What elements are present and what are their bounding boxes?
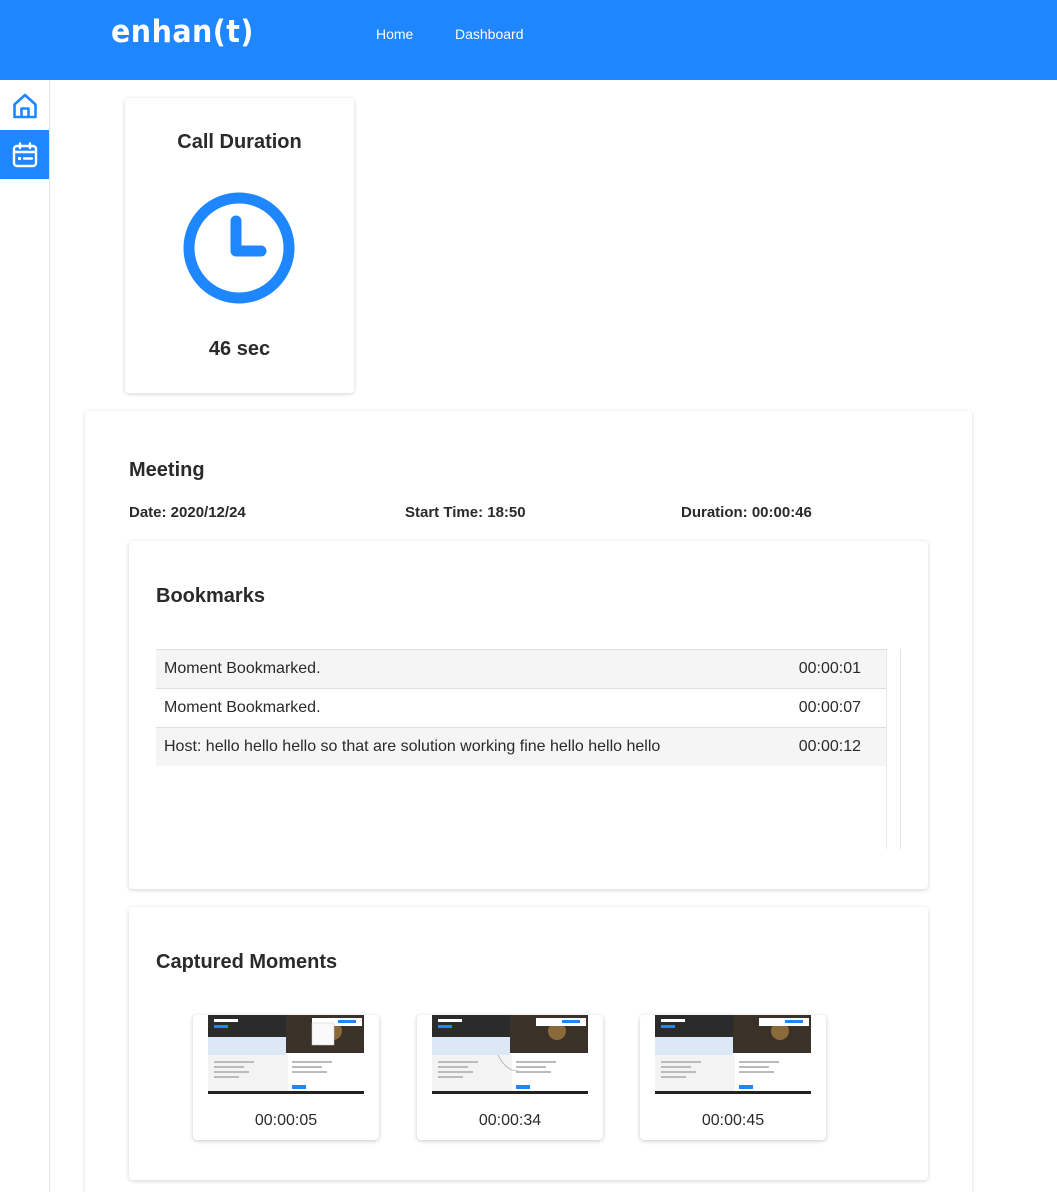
moment-thumbnail-card[interactable]: 00:00:34	[417, 1015, 603, 1140]
nav-dashboard-link[interactable]: Dashboard	[455, 26, 524, 42]
sidebar	[0, 80, 50, 1192]
meeting-date: Date: 2020/12/24	[129, 504, 246, 521]
calendar-icon	[12, 141, 37, 167]
sidebar-item-calendar[interactable]	[0, 130, 49, 179]
home-icon	[12, 93, 37, 118]
moment-time: 00:00:05	[254, 1112, 318, 1129]
app-logo[interactable]: enhan(t)	[111, 14, 254, 50]
call-duration-card: Call Duration 46 sec	[125, 98, 354, 393]
moment-thumbnail-card[interactable]: 00:00:05	[193, 1015, 379, 1140]
call-duration-title: Call Duration	[177, 131, 302, 153]
bookmarks-scrollbar[interactable]	[886, 649, 900, 849]
top-navbar: enhan(t) Home Dashboard	[0, 0, 1057, 80]
bookmarks-card: Bookmarks Moment Bookmarked. 00:00:01 Mo…	[129, 541, 928, 889]
meeting-start-time: Start Time: 18:50	[405, 504, 526, 521]
clock-icon	[183, 192, 295, 304]
moment-thumbnail-image	[655, 1015, 811, 1094]
moment-thumbnail-image	[208, 1015, 364, 1094]
sidebar-item-home[interactable]	[0, 81, 49, 130]
nav-home-link[interactable]: Home	[376, 26, 413, 42]
list-item[interactable]: Moment Bookmarked. 00:00:07	[156, 688, 886, 727]
call-duration-value: 46 sec	[208, 338, 271, 360]
captured-moments-card: Captured Moments 00:00:05 00:00:34 00:00…	[129, 907, 928, 1180]
moment-time: 00:00:34	[478, 1112, 542, 1129]
moment-thumbnail-image	[432, 1015, 588, 1094]
bookmark-time: 00:00:07	[798, 699, 861, 716]
meeting-title: Meeting	[129, 459, 205, 481]
bookmark-text: Moment Bookmarked.	[164, 660, 321, 677]
bookmark-time: 00:00:12	[798, 738, 861, 755]
moment-thumbnail-card[interactable]: 00:00:45	[640, 1015, 826, 1140]
bookmark-time: 00:00:01	[798, 660, 861, 677]
list-item[interactable]: Moment Bookmarked. 00:00:01	[156, 649, 886, 688]
meeting-duration: Duration: 00:00:46	[681, 504, 812, 521]
bookmarks-title: Bookmarks	[156, 585, 265, 607]
captured-moments-title: Captured Moments	[156, 951, 338, 973]
moment-time: 00:00:45	[701, 1112, 765, 1129]
bookmark-text: Moment Bookmarked.	[164, 699, 321, 716]
bookmark-text: Host: hello hello hello so that are solu…	[164, 738, 661, 755]
meeting-panel: Meeting Date: 2020/12/24 Start Time: 18:…	[85, 411, 972, 1192]
bookmarks-list: Moment Bookmarked. 00:00:01 Moment Bookm…	[156, 649, 901, 849]
list-item[interactable]: Host: hello hello hello so that are solu…	[156, 727, 886, 766]
